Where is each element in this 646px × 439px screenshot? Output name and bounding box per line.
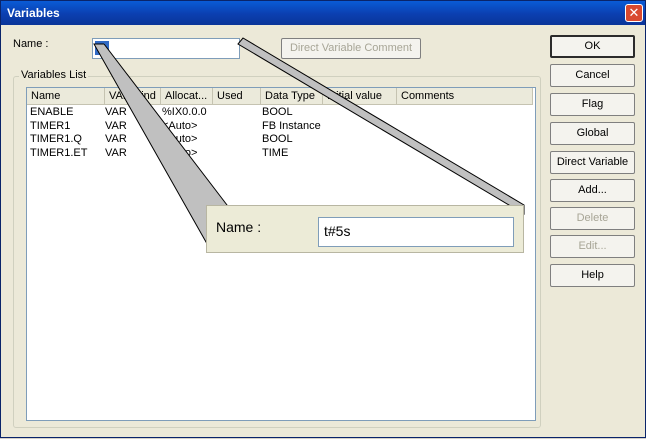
table-cell-alloc: %IX0.0.0: [162, 106, 207, 118]
table-cell-name: TIMER1: [30, 119, 71, 132]
table-cell-type: FB Instance: [262, 119, 321, 132]
table-cell-alloc: <Auto>: [162, 133, 198, 145]
direct-variable-button[interactable]: Direct Variable: [550, 151, 635, 174]
table-cell-name: TIMER1.Q: [30, 133, 82, 145]
column-header[interactable]: Data Type: [261, 88, 323, 105]
column-header[interactable]: Used: [213, 88, 261, 105]
magnified-name-label: Name :: [216, 219, 262, 235]
table-cell-kind: VAR: [105, 133, 127, 145]
global-button[interactable]: Global: [550, 122, 635, 145]
close-icon[interactable]: ✕: [625, 4, 643, 22]
table-cell-type: TIME: [262, 146, 289, 159]
window-title: Variables: [7, 6, 60, 20]
add-button[interactable]: Add...: [550, 179, 635, 202]
table-cell-kind: VAR: [105, 119, 127, 132]
magnified-name-panel: Name : t#5s: [206, 205, 524, 253]
name-input-value: %: [95, 41, 109, 55]
name-label: Name :: [13, 38, 49, 50]
variables-list-label: Variables List: [19, 69, 89, 81]
column-header[interactable]: Comments: [397, 88, 533, 105]
magnified-name-input[interactable]: t#5s: [318, 217, 514, 247]
column-header[interactable]: VAR Kind: [105, 88, 161, 105]
table-cell-type: BOOL: [262, 106, 293, 118]
direct-variable-comment-button[interactable]: Direct Variable Comment: [281, 38, 421, 59]
cancel-button[interactable]: Cancel: [550, 64, 635, 87]
variables-dialog: Variables ✕ Name : % Direct Variable Com…: [0, 0, 646, 438]
delete-button[interactable]: Delete: [550, 207, 635, 230]
flag-button[interactable]: Flag: [550, 93, 635, 116]
column-header[interactable]: Name: [27, 88, 105, 105]
name-input[interactable]: %: [92, 38, 240, 59]
title-bar: Variables ✕: [1, 1, 645, 25]
table-cell-name: TIMER1.ET: [30, 146, 88, 159]
variables-table[interactable]: Name VAR Kind Allocat... Used Data Type Initi…: [26, 87, 536, 421]
help-button[interactable]: Help: [550, 264, 635, 287]
table-cell-kind: VAR: [105, 106, 127, 118]
edit-button[interactable]: Edit...: [550, 235, 635, 258]
table-cell-kind: VAR: [105, 146, 127, 159]
column-header[interactable]: Initial value: [323, 88, 397, 105]
table-cell-type: BOOL: [262, 133, 293, 145]
column-header[interactable]: Allocat...: [161, 88, 213, 105]
table-cell-alloc: <Auto>: [162, 119, 198, 132]
table-cell-alloc: <Auto>: [162, 146, 198, 159]
ok-button[interactable]: OK: [550, 35, 635, 58]
table-cell-name: ENABLE: [30, 106, 74, 118]
